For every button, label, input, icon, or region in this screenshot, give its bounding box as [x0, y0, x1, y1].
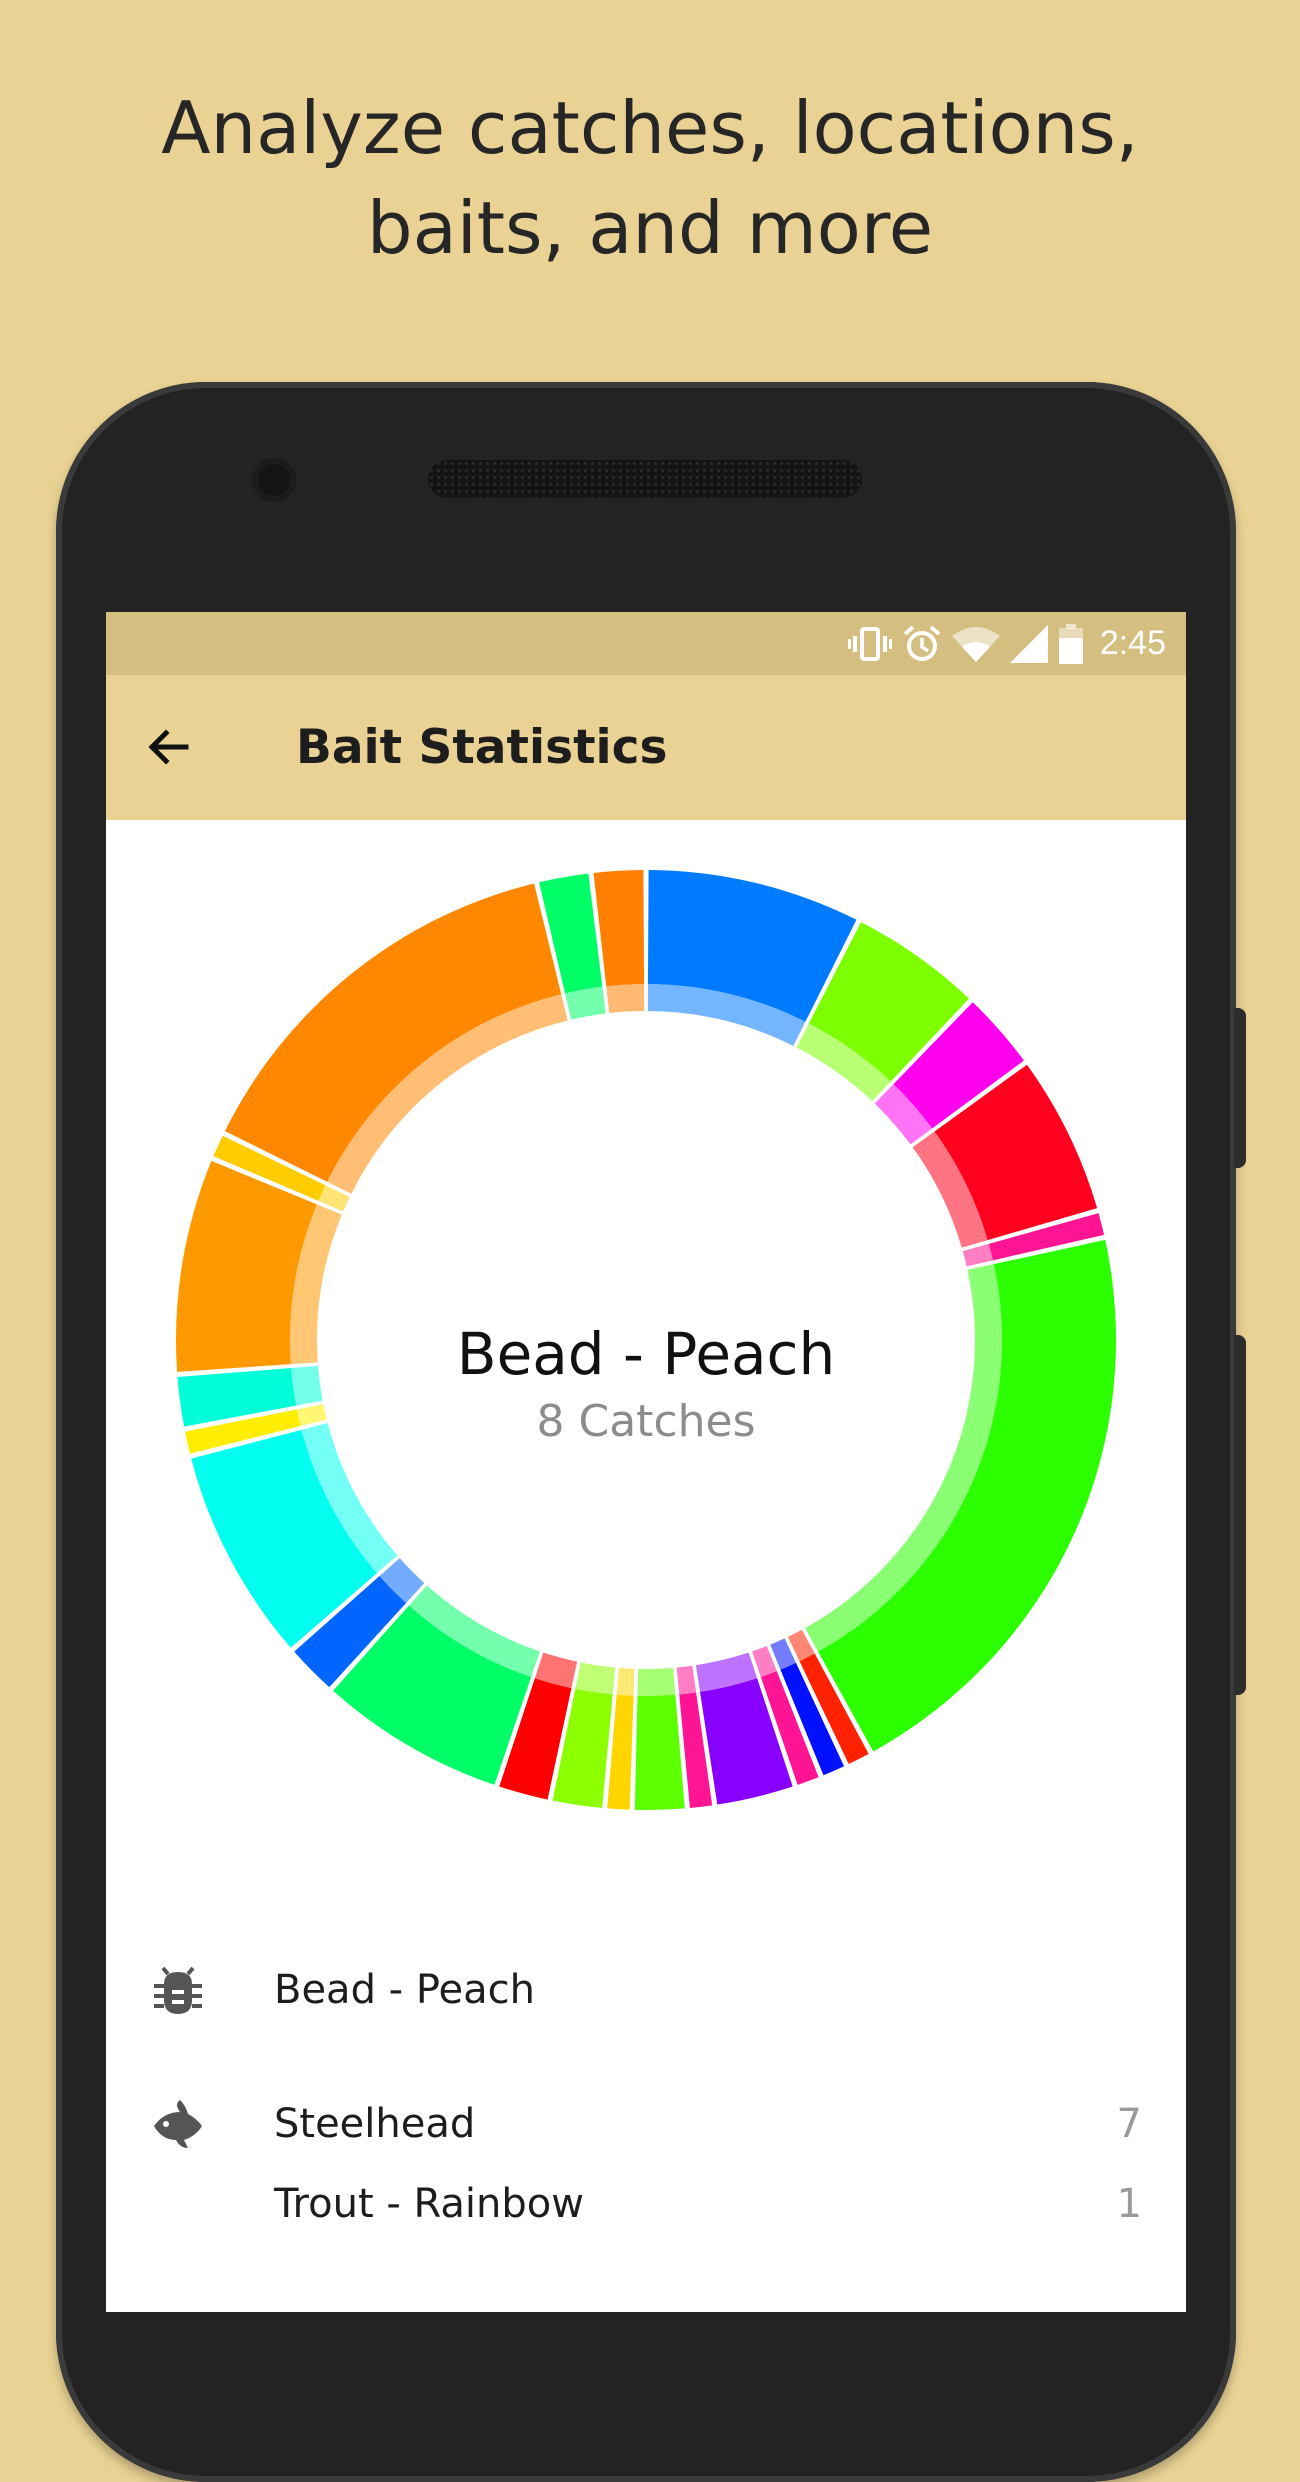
page-title: Bait Statistics [296, 720, 668, 775]
donut-slice-13-highlight [575, 1662, 616, 1695]
fish-icon [154, 2100, 202, 2148]
donut-slice-11-highlight [637, 1667, 676, 1696]
vibrate-icon [847, 626, 892, 661]
status-clock: 2:45 [1099, 624, 1166, 662]
phone-volume-button [1234, 1335, 1246, 1695]
chart-center-label: Bead - Peach [456, 1320, 836, 1388]
donut-slice-12[interactable] [607, 1694, 634, 1810]
donut-slice-4-highlight [962, 1243, 993, 1267]
phone-power-button [1234, 1008, 1246, 1168]
donut-slice-12-highlight [616, 1667, 635, 1696]
bait-donut-chart: Bead - Peach 8 Catches [106, 820, 1186, 1860]
status-icons: 2:45 [847, 612, 1166, 675]
species-row[interactable]: Steelhead 7 [106, 2084, 1186, 2164]
status-bar: 2:45 [106, 612, 1186, 675]
phone-screen: 2:45 Bait Statistics Bead - Peach 8 Catc… [106, 612, 1186, 2312]
donut-slice-10-highlight [676, 1665, 697, 1695]
battery-icon [1058, 623, 1083, 664]
donut-slice-11[interactable] [634, 1694, 685, 1810]
donut-slice-5[interactable] [818, 1239, 1116, 1752]
cell-signal-icon [1009, 624, 1048, 663]
species-name: Steelhead [274, 2101, 476, 2147]
bait-name: Bead - Peach [274, 1967, 535, 2013]
chart-center-sublabel: 8 Catches [536, 1396, 756, 1447]
arrow-back-icon [148, 729, 189, 765]
donut-slice-24-highlight [606, 984, 645, 1014]
promo-headline-line-1: Analyze catches, locations, [161, 86, 1139, 170]
app-bar: Bait Statistics [106, 675, 1186, 820]
bait-row: Bead - Peach [106, 1950, 1186, 2030]
promo-headline: Analyze catches, locations, baits, and m… [0, 78, 1300, 278]
alarm-icon [903, 624, 941, 661]
donut-slice-24[interactable] [593, 870, 645, 987]
bug-icon [154, 1966, 202, 2014]
wifi-icon [951, 626, 1000, 662]
species-count: 1 [1116, 2181, 1142, 2227]
earpiece-speaker [428, 460, 862, 498]
front-camera [252, 458, 296, 502]
back-button[interactable] [136, 715, 200, 779]
species-count: 7 [1116, 2101, 1142, 2147]
promo-headline-line-2: baits, and more [366, 186, 934, 270]
species-name: Trout - Rainbow [274, 2181, 584, 2227]
species-row[interactable]: Trout - Rainbow 1 [106, 2164, 1186, 2244]
